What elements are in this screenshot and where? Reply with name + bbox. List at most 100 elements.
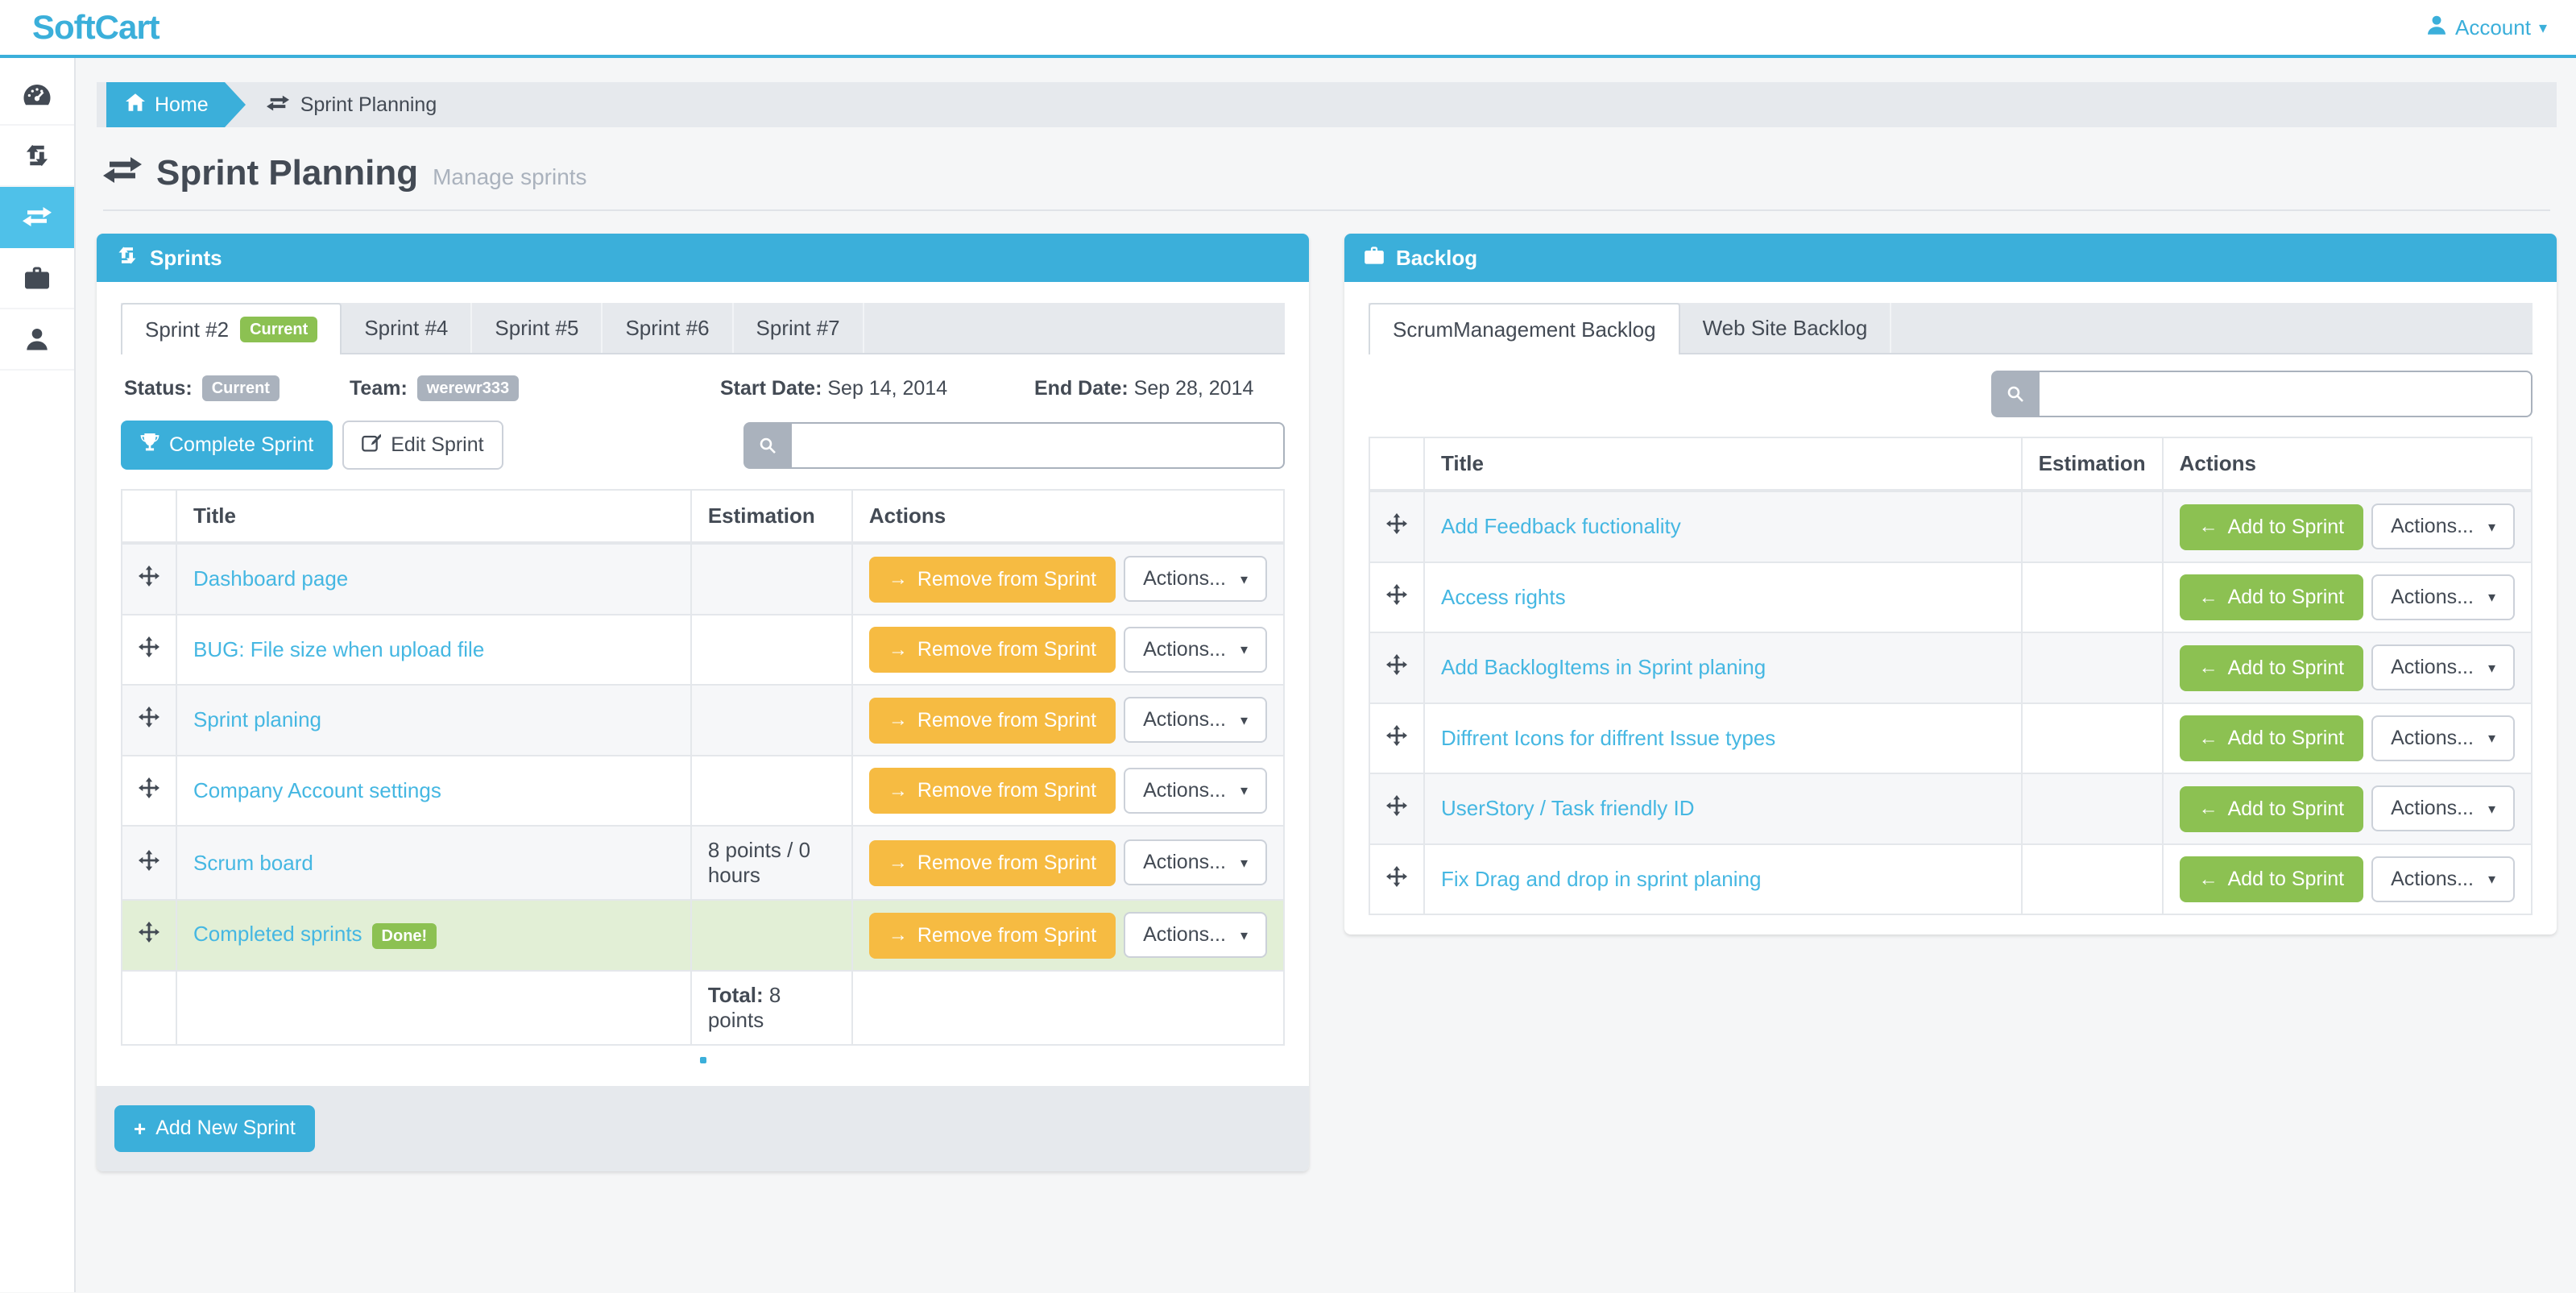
home-icon [126, 82, 145, 127]
move-icon[interactable] [1386, 513, 1407, 535]
remove-from-sprint-button[interactable]: → Remove from Sprint [868, 912, 1116, 959]
estimation-cell [2020, 489, 2164, 563]
add-new-sprint-label: Add New Sprint [155, 1117, 296, 1139]
sidebar-item-iterations[interactable] [0, 126, 74, 187]
tab-sprint-7[interactable]: Sprint #7 [734, 303, 864, 353]
item-title-link[interactable]: UserStory / Task friendly ID [1441, 796, 1695, 820]
move-icon[interactable] [1386, 583, 1407, 605]
move-icon[interactable] [139, 566, 159, 587]
exchange-icon [103, 156, 142, 190]
edit-sprint-button[interactable]: Edit Sprint [342, 421, 503, 470]
backlog-panel-title: Backlog [1396, 245, 1478, 270]
tab-sprint-4[interactable]: Sprint #4 [342, 303, 473, 353]
chevron-down-icon: ▾ [1240, 641, 1248, 657]
complete-sprint-button[interactable]: Complete Sprint [121, 421, 333, 470]
move-cell [1369, 773, 1425, 845]
sprint-search [743, 421, 1285, 469]
estimation-cell [690, 754, 853, 827]
row-actions-dropdown[interactable]: Actions... ▾ [1124, 626, 1267, 673]
page-title: Sprint Planning [156, 153, 419, 193]
table-row: Diffrent Icons for diffrent Issue types ←… [1369, 702, 2533, 774]
add-to-sprint-button[interactable]: ← Add to Sprint [2179, 574, 2364, 620]
actions-cell: → Remove from Sprint Actions... ▾ [851, 754, 1286, 827]
add-to-sprint-button[interactable]: ← Add to Sprint [2179, 504, 2364, 550]
arrow-left-icon: ← [2198, 727, 2218, 749]
sidebar-item-team[interactable] [0, 309, 74, 371]
sidebar-item-backlog[interactable] [0, 248, 74, 309]
item-title-link[interactable]: Access rights [1441, 585, 1566, 609]
drag-placeholder-dot [699, 1056, 706, 1063]
item-title-link[interactable]: Scrum board [193, 851, 313, 875]
move-icon[interactable] [139, 707, 159, 728]
move-icon[interactable] [139, 777, 159, 798]
remove-from-sprint-button[interactable]: → Remove from Sprint [868, 627, 1116, 673]
arrow-right-icon: → [888, 709, 908, 731]
row-actions-dropdown[interactable]: Actions... ▾ [2371, 504, 2515, 549]
actions-cell: → Remove from Sprint Actions... ▾ [851, 613, 1286, 686]
tab-sprint-2[interactable]: Sprint #2 Current [121, 303, 342, 354]
tab-sprint-6[interactable]: Sprint #6 [603, 303, 734, 353]
end-date-value: Sep 28, 2014 [1133, 376, 1254, 400]
table-row: Dashboard page → Remove from Sprint Actions… [121, 541, 1286, 615]
row-actions-dropdown[interactable]: Actions... ▾ [2371, 715, 2515, 761]
account-menu[interactable]: Account ▾ [2426, 15, 2547, 41]
item-title-link[interactable]: Fix Drag and drop in sprint planing [1441, 867, 1761, 891]
row-actions-dropdown[interactable]: Actions... ▾ [1124, 912, 1267, 958]
actions-column-header: Actions [2161, 437, 2533, 492]
item-title-link[interactable]: Add BacklogItems in Sprint planing [1441, 655, 1766, 679]
add-new-sprint-button[interactable]: + Add New Sprint [114, 1104, 315, 1152]
item-title-link[interactable]: Add Feedback fuctionality [1441, 514, 1681, 538]
backlog-search-input[interactable] [2040, 371, 2533, 417]
item-title-link[interactable]: BUG: File size when upload file [193, 637, 484, 661]
team-label: Team: [350, 376, 408, 400]
add-to-sprint-button[interactable]: ← Add to Sprint [2179, 644, 2364, 691]
trophy-icon [140, 433, 159, 457]
tab-scrummanagement-backlog[interactable]: ScrumManagement Backlog [1369, 303, 1680, 354]
row-actions-dropdown[interactable]: Actions... ▾ [1124, 556, 1267, 602]
add-to-sprint-button[interactable]: ← Add to Sprint [2179, 715, 2364, 761]
team-badge: werewr333 [416, 375, 520, 401]
arrow-left-icon: ← [2198, 586, 2218, 608]
chevron-down-icon: ▾ [2487, 871, 2495, 887]
title-column-header: Title [175, 489, 692, 545]
remove-from-sprint-button[interactable]: → Remove from Sprint [868, 697, 1116, 744]
add-to-sprint-button[interactable]: ← Add to Sprint [2179, 785, 2364, 832]
move-icon[interactable] [1386, 865, 1407, 887]
arrow-left-icon: ← [2198, 657, 2218, 678]
item-title-link[interactable]: Completed sprints [193, 922, 362, 946]
item-title-link[interactable]: Diffrent Icons for diffrent Issue types [1441, 726, 1775, 750]
backlog-panel: Backlog ScrumManagement Backlog Web Site … [1344, 234, 2557, 935]
tab-web-site-backlog[interactable]: Web Site Backlog [1680, 303, 1892, 353]
sidebar-item-sprint-planning[interactable] [0, 187, 74, 248]
chevron-down-icon: ▾ [2538, 19, 2547, 37]
item-title-link[interactable]: Company Account settings [193, 778, 441, 802]
row-actions-dropdown[interactable]: Actions... ▾ [1124, 767, 1267, 814]
item-title-link[interactable]: Dashboard page [193, 566, 348, 591]
row-actions-dropdown[interactable]: Actions... ▾ [2371, 574, 2515, 620]
app-logo[interactable]: SoftCart [0, 8, 160, 47]
move-icon[interactable] [1386, 724, 1407, 746]
remove-from-sprint-button[interactable]: → Remove from Sprint [868, 768, 1116, 814]
row-actions-dropdown[interactable]: Actions... ▾ [1124, 839, 1267, 886]
item-title-link[interactable]: Sprint planing [193, 707, 321, 731]
remove-from-sprint-button[interactable]: → Remove from Sprint [868, 556, 1116, 603]
breadcrumb-home[interactable]: Home [106, 82, 246, 127]
title-cell: BUG: File size when upload file [175, 613, 692, 686]
move-icon[interactable] [139, 922, 159, 943]
sprint-search-input[interactable] [792, 421, 1285, 469]
tab-sprint-5[interactable]: Sprint #5 [472, 303, 603, 353]
row-actions-dropdown[interactable]: Actions... ▾ [1124, 697, 1267, 743]
add-to-sprint-button[interactable]: ← Add to Sprint [2179, 856, 2364, 902]
remove-from-sprint-button[interactable]: → Remove from Sprint [868, 839, 1116, 886]
move-icon[interactable] [1386, 795, 1407, 817]
row-actions-dropdown[interactable]: Actions... ▾ [2371, 644, 2515, 690]
row-actions-dropdown[interactable]: Actions... ▾ [2371, 785, 2515, 831]
move-icon[interactable] [139, 849, 159, 871]
table-row: Add BacklogItems in Sprint planing ← Add t… [1369, 632, 2533, 704]
title-cell: Add Feedback fuctionality [1423, 489, 2023, 563]
move-icon[interactable] [1386, 654, 1407, 676]
sidebar-item-dashboard[interactable] [0, 64, 74, 126]
row-actions-dropdown[interactable]: Actions... ▾ [2371, 856, 2515, 902]
move-icon[interactable] [139, 636, 159, 657]
title-cell: Scrum board [175, 825, 692, 901]
